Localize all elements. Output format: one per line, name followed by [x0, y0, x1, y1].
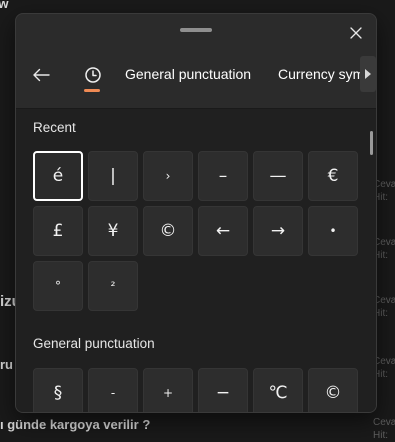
scrollbar-thumb[interactable]	[370, 131, 373, 155]
symbol-cell[interactable]: ©	[308, 368, 358, 412]
symbol-cell[interactable]: ℃	[253, 368, 303, 412]
symbol-cell[interactable]: £	[33, 206, 83, 256]
symbol-cell[interactable]: +	[143, 368, 193, 412]
symbol-cell[interactable]: −	[198, 368, 248, 412]
symbol-cell[interactable]: ¥	[88, 206, 138, 256]
symbol-cell[interactable]: é	[33, 151, 83, 201]
symbol-cell[interactable]: °	[33, 261, 83, 311]
chevron-right-icon	[365, 69, 371, 79]
symbol-cell[interactable]: •	[308, 206, 358, 256]
background-text-top: tw	[0, 0, 9, 11]
symbol-cell[interactable]: -	[88, 368, 138, 412]
section-title-general-punctuation: General punctuation	[33, 336, 155, 351]
scroll-tabs-button[interactable]	[360, 56, 376, 92]
active-tab-indicator	[84, 89, 100, 92]
symbol-cell[interactable]: ²	[88, 261, 138, 311]
symbol-cell[interactable]: §	[33, 368, 83, 412]
symbol-picker-panel: General punctuation Currency symbo Recen…	[15, 13, 377, 413]
back-arrow-icon	[33, 68, 50, 82]
symbol-cell[interactable]: →	[253, 206, 303, 256]
background-text-mid: ru	[0, 357, 13, 372]
tab-general-punctuation[interactable]: General punctuation	[125, 66, 251, 82]
background-meta: Ceva Hit:	[373, 417, 395, 441]
category-tab-bar: General punctuation Currency symbo	[16, 56, 376, 96]
symbol-cell[interactable]: –	[198, 151, 248, 201]
symbol-cell[interactable]: €	[308, 151, 358, 201]
symbol-grid-area[interactable]: Recent é | › – — € £ ¥ © ← → • ° ² Gener…	[16, 108, 376, 412]
close-icon	[350, 27, 362, 39]
symbol-cell[interactable]: —	[253, 151, 303, 201]
close-button[interactable]	[342, 19, 370, 47]
drag-handle[interactable]	[180, 28, 212, 32]
symbol-cell[interactable]: ›	[143, 151, 193, 201]
clock-icon	[85, 67, 101, 83]
back-button[interactable]	[28, 62, 54, 88]
symbol-cell[interactable]: ←	[198, 206, 248, 256]
tab-recent[interactable]	[80, 62, 106, 88]
symbol-cell[interactable]: |	[88, 151, 138, 201]
background-question-link[interactable]: ı günde kargoya verilir ?	[0, 417, 150, 432]
section-title-recent: Recent	[33, 120, 76, 135]
tab-overflow-clip: Currency symbo	[274, 56, 374, 96]
symbol-cell[interactable]: ©	[143, 206, 193, 256]
